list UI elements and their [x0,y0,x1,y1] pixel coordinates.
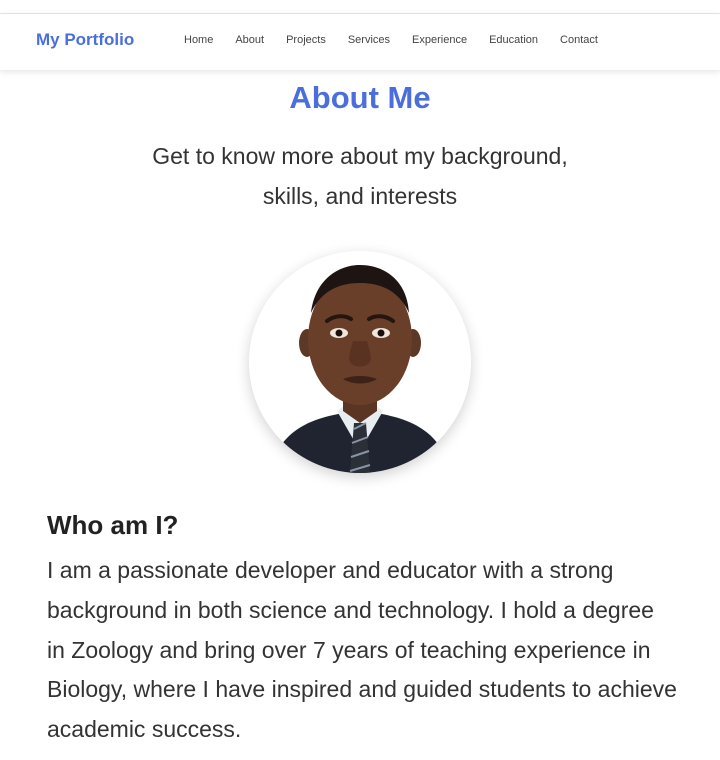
bio-paragraph: I am a passionate developer and educator… [47,557,677,743]
profile-photo-icon [249,251,471,473]
section-subtitle: Get to know more about my background, sk… [152,143,568,209]
nav-link-contact[interactable]: Contact [560,34,598,46]
nav-link-services[interactable]: Services [348,34,390,46]
who-am-i-heading: Who am I? [47,510,179,540]
brand-logo-link[interactable]: My Portfolio [36,30,134,50]
nav-item-contact: Contact [560,34,620,46]
section-title: About Me [289,80,431,115]
nav-item-experience: Experience [412,34,489,46]
navbar: My Portfolio Home About Projects Service… [0,14,720,70]
nav-menu: Home About Projects Services Experience … [184,34,620,46]
nav-link-experience[interactable]: Experience [412,34,467,46]
nav-item-projects: Projects [286,34,348,46]
nav-link-projects[interactable]: Projects [286,34,326,46]
profile-photo [249,251,471,473]
nav-link-education[interactable]: Education [489,34,538,46]
nav-link-about[interactable]: About [235,34,264,46]
nav-item-services: Services [348,34,412,46]
nav-item-home: Home [184,34,235,46]
nav-item-education: Education [489,34,560,46]
browser-top-strip [0,0,720,14]
nav-item-about: About [235,34,286,46]
nav-link-home[interactable]: Home [184,34,213,46]
